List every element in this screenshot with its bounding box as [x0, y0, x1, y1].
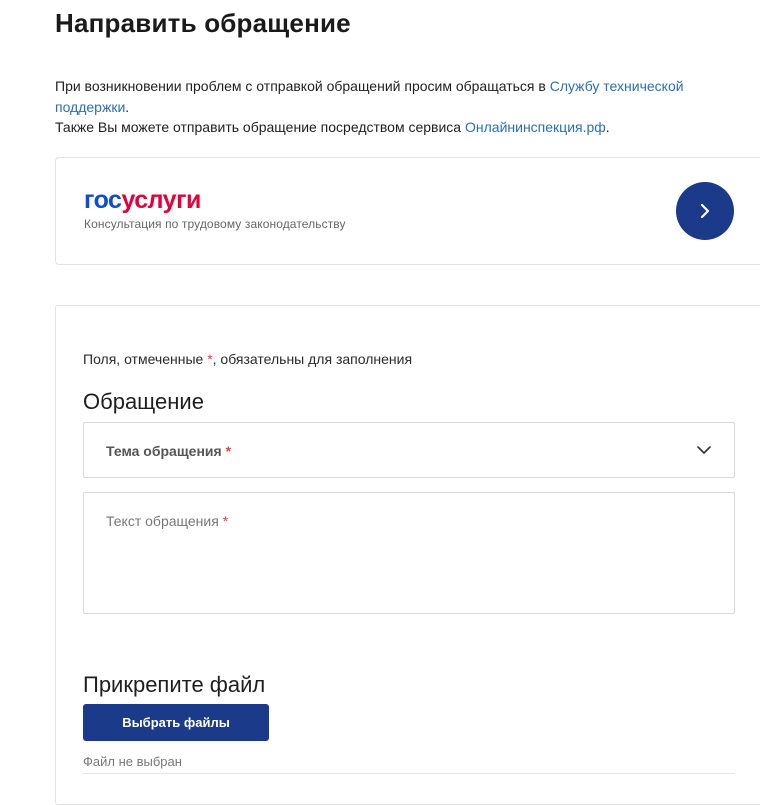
support-info: При возникновении проблем с отправкой об… — [55, 76, 745, 138]
support-info-line-1: При возникновении проблем с отправкой об… — [55, 78, 684, 115]
appeal-text-label: Текст обращения * — [106, 513, 229, 529]
inspection-info-text: Также Вы можете отправить обращение поср… — [55, 119, 465, 135]
online-inspection-link[interactable]: Онлайнинспекция.рф — [465, 119, 606, 135]
required-fields-note: Поля, отмеченные *, обязательны для запо… — [83, 351, 413, 367]
support-info-text: При возникновении проблем с отправкой об… — [55, 78, 550, 94]
chevron-right-icon — [700, 203, 710, 219]
attach-file-title: Прикрепите файл — [83, 672, 266, 697]
appeal-form: Поля, отмеченные *, обязательны для запо… — [55, 305, 760, 805]
appeal-section-title: Обращение — [83, 389, 204, 414]
gosuslugi-logo: госуслуги — [84, 186, 201, 214]
required-asterisk: * — [225, 443, 232, 459]
topic-select-label: Тема обращения * — [106, 443, 232, 459]
required-asterisk: * — [222, 513, 229, 529]
chevron-down-icon — [697, 446, 711, 454]
gosuslugi-go-button[interactable] — [676, 182, 734, 240]
divider — [83, 773, 735, 774]
choose-files-button[interactable]: Выбрать файлы — [83, 704, 269, 741]
topic-select[interactable]: Тема обращения * — [83, 422, 735, 478]
support-info-line-2: Также Вы можете отправить обращение поср… — [55, 119, 610, 135]
page-title: Направить обращение — [55, 8, 351, 38]
gosuslugi-card[interactable]: госуслуги Консультация по трудовому зако… — [55, 157, 760, 265]
file-status: Файл не выбран — [83, 754, 182, 769]
appeal-text-field[interactable]: Текст обращения * — [83, 492, 735, 614]
gosuslugi-subtitle: Консультация по трудовому законодательст… — [84, 217, 346, 231]
